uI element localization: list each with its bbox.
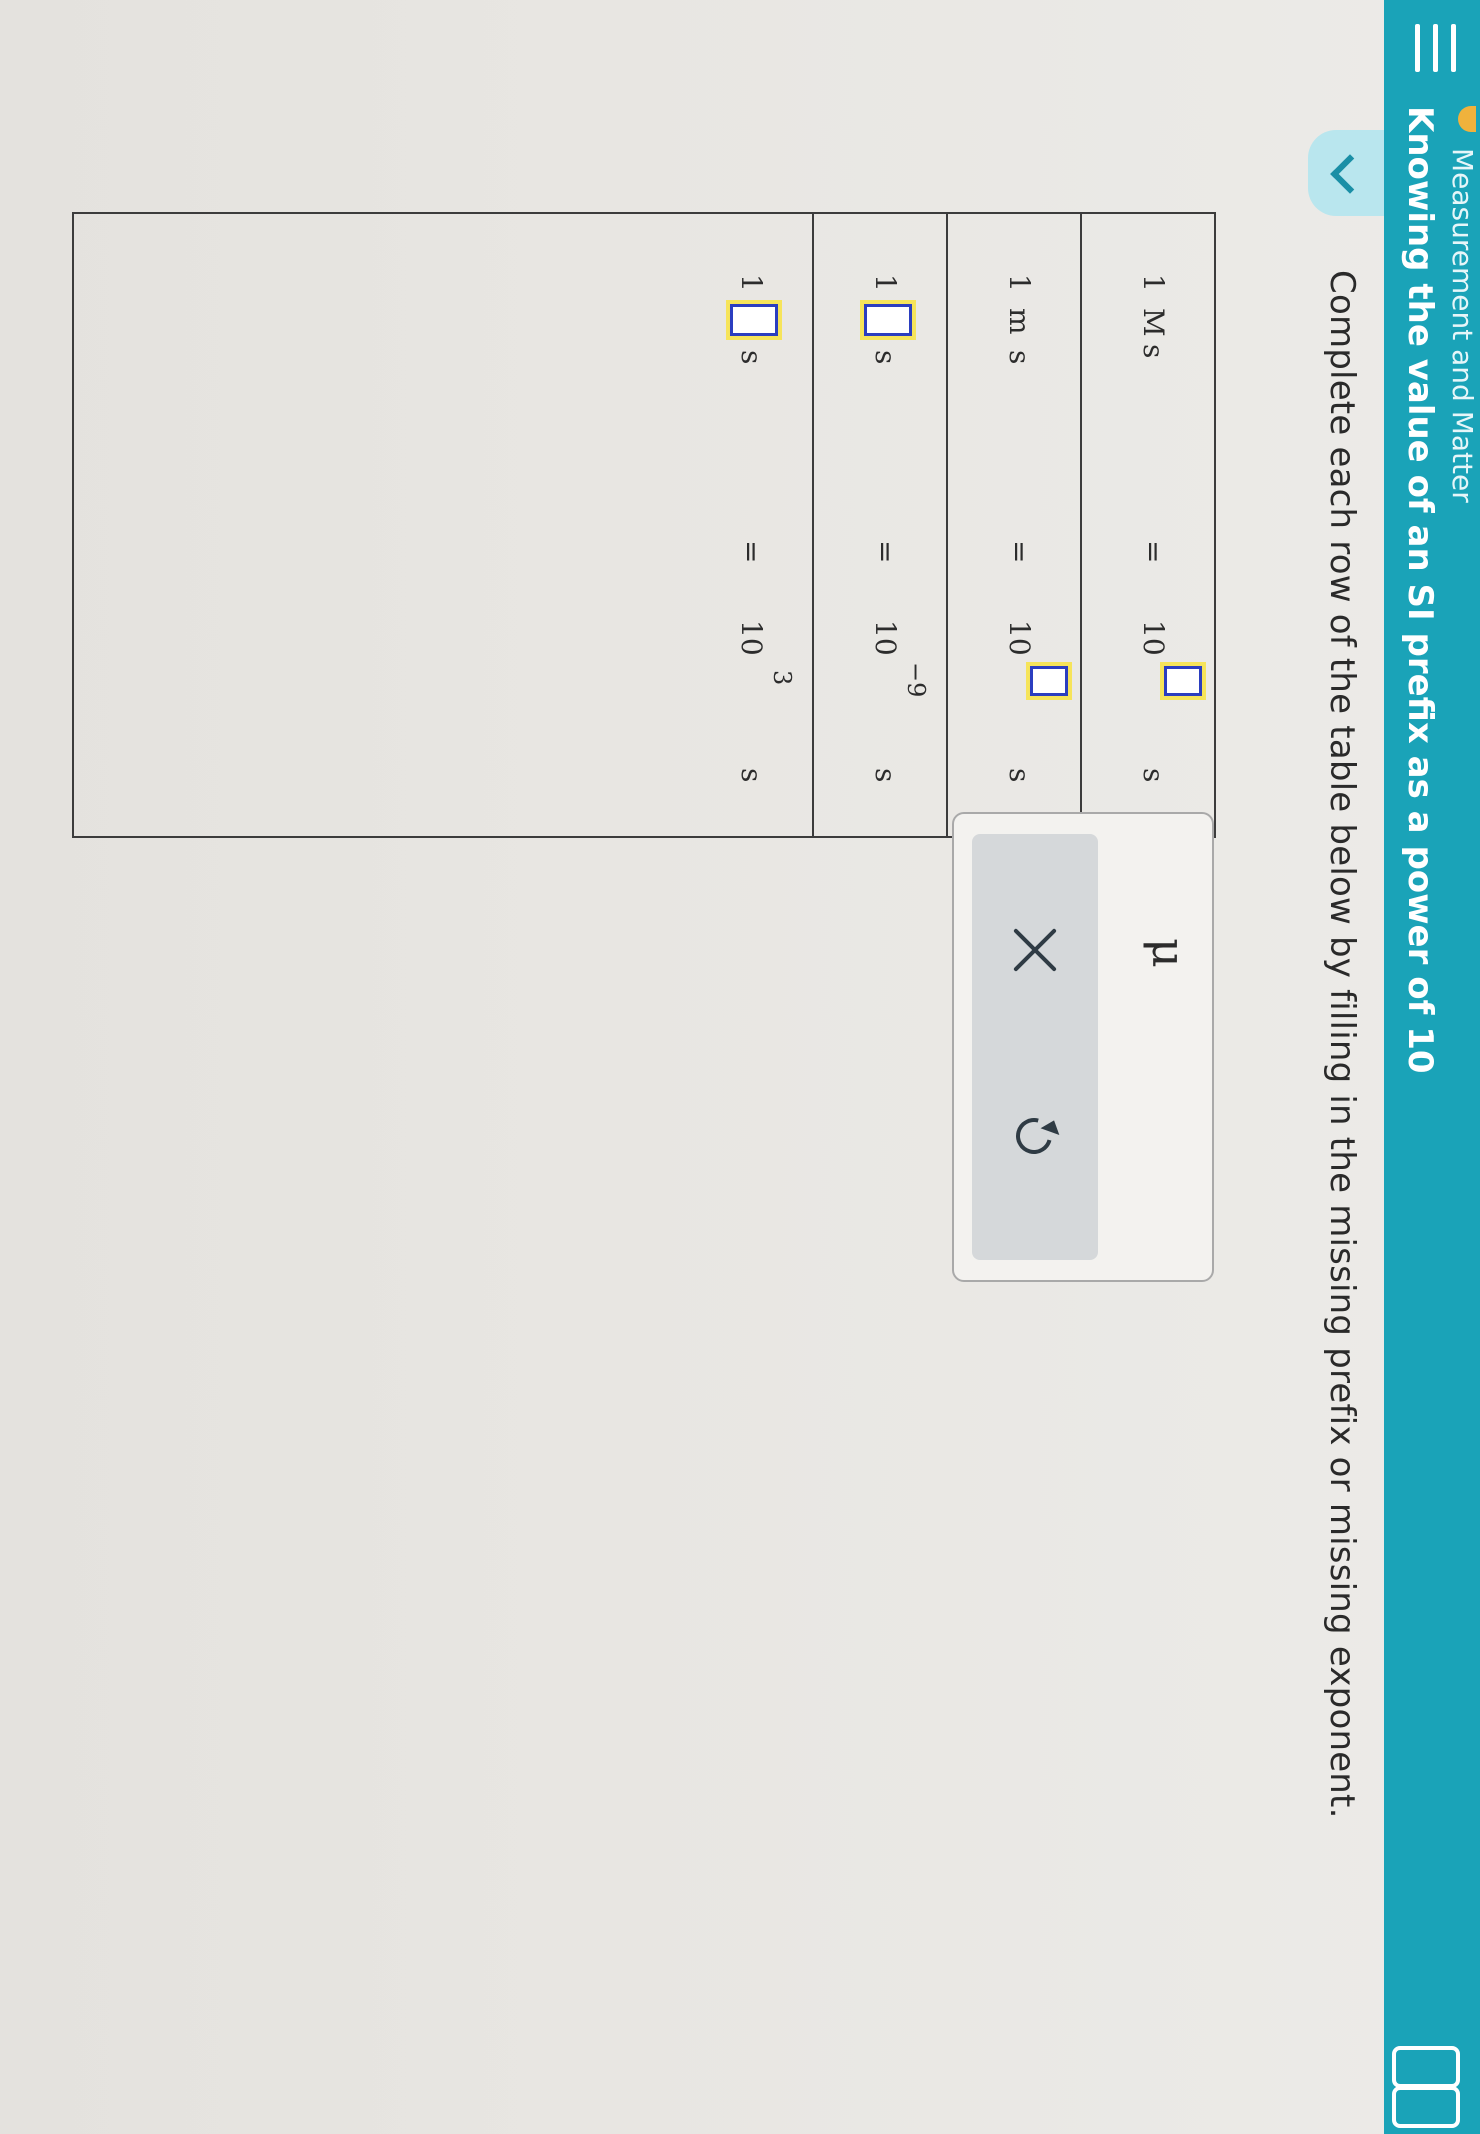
undo-icon[interactable] (994, 1096, 1074, 1176)
power-base: 10 (1003, 620, 1036, 656)
exponent-input[interactable] (1026, 662, 1072, 700)
collapse-panel-button[interactable] (1308, 130, 1384, 216)
power-base: 10 (869, 620, 902, 656)
left-value: 1 (1003, 274, 1036, 292)
x-icon[interactable] (994, 910, 1074, 990)
table-row: 1 M s = 10 s (1080, 214, 1214, 836)
left-unit: s (735, 350, 768, 365)
left-unit: s (1003, 350, 1036, 365)
instruction-text: Complete each row of the table below by … (1322, 270, 1362, 1819)
power-base: 10 (735, 620, 768, 656)
left-value: 1 (869, 274, 902, 292)
breadcrumb[interactable]: Measurement and Matter (1446, 148, 1479, 503)
equals-sign: = (1137, 540, 1170, 564)
table-row: 1 s = 10 −9 s (812, 214, 946, 836)
symbol-palette: μ (952, 812, 1214, 1282)
topic-status-icon (1458, 106, 1476, 132)
left-value: 1 (1137, 274, 1170, 292)
left-unit: s (1137, 344, 1170, 359)
page-stage: Measurement and Matter Knowing the value… (0, 0, 1480, 2134)
right-unit: s (1137, 768, 1170, 783)
table-row: 1 m s = 10 s (946, 214, 1080, 836)
right-unit: s (869, 768, 902, 783)
exponent-value: 3 (768, 670, 796, 686)
left-prefix: M (1137, 308, 1170, 337)
left-unit: s (869, 350, 902, 365)
conversion-table: 1 M s = 10 s 1 m s = 10 s 1 s = 10 −9 s (72, 212, 1216, 838)
equals-sign: = (1003, 540, 1036, 564)
mu-symbol-button[interactable]: μ (1142, 938, 1196, 968)
prefix-input[interactable] (860, 300, 916, 340)
left-value: 1 (735, 274, 768, 292)
left-prefix: m (1003, 308, 1036, 335)
equals-sign: = (735, 540, 768, 564)
hamburger-menu-icon[interactable] (1412, 24, 1456, 72)
chevron-down-icon (1330, 154, 1370, 194)
prefix-input[interactable] (726, 300, 782, 340)
top-header: Measurement and Matter Knowing the value… (1384, 0, 1480, 2134)
page-title: Knowing the value of an SI prefix as a p… (1400, 106, 1440, 1074)
progress-widget-icon[interactable] (1388, 2042, 1472, 2128)
table-row: 1 s = 10 3 s (678, 214, 812, 836)
right-unit: s (1003, 768, 1036, 783)
equals-sign: = (869, 540, 902, 564)
right-unit: s (735, 768, 768, 783)
exponent-input[interactable] (1160, 662, 1206, 700)
exponent-value: −9 (902, 662, 930, 698)
power-base: 10 (1137, 620, 1170, 656)
palette-actions (972, 834, 1098, 1260)
